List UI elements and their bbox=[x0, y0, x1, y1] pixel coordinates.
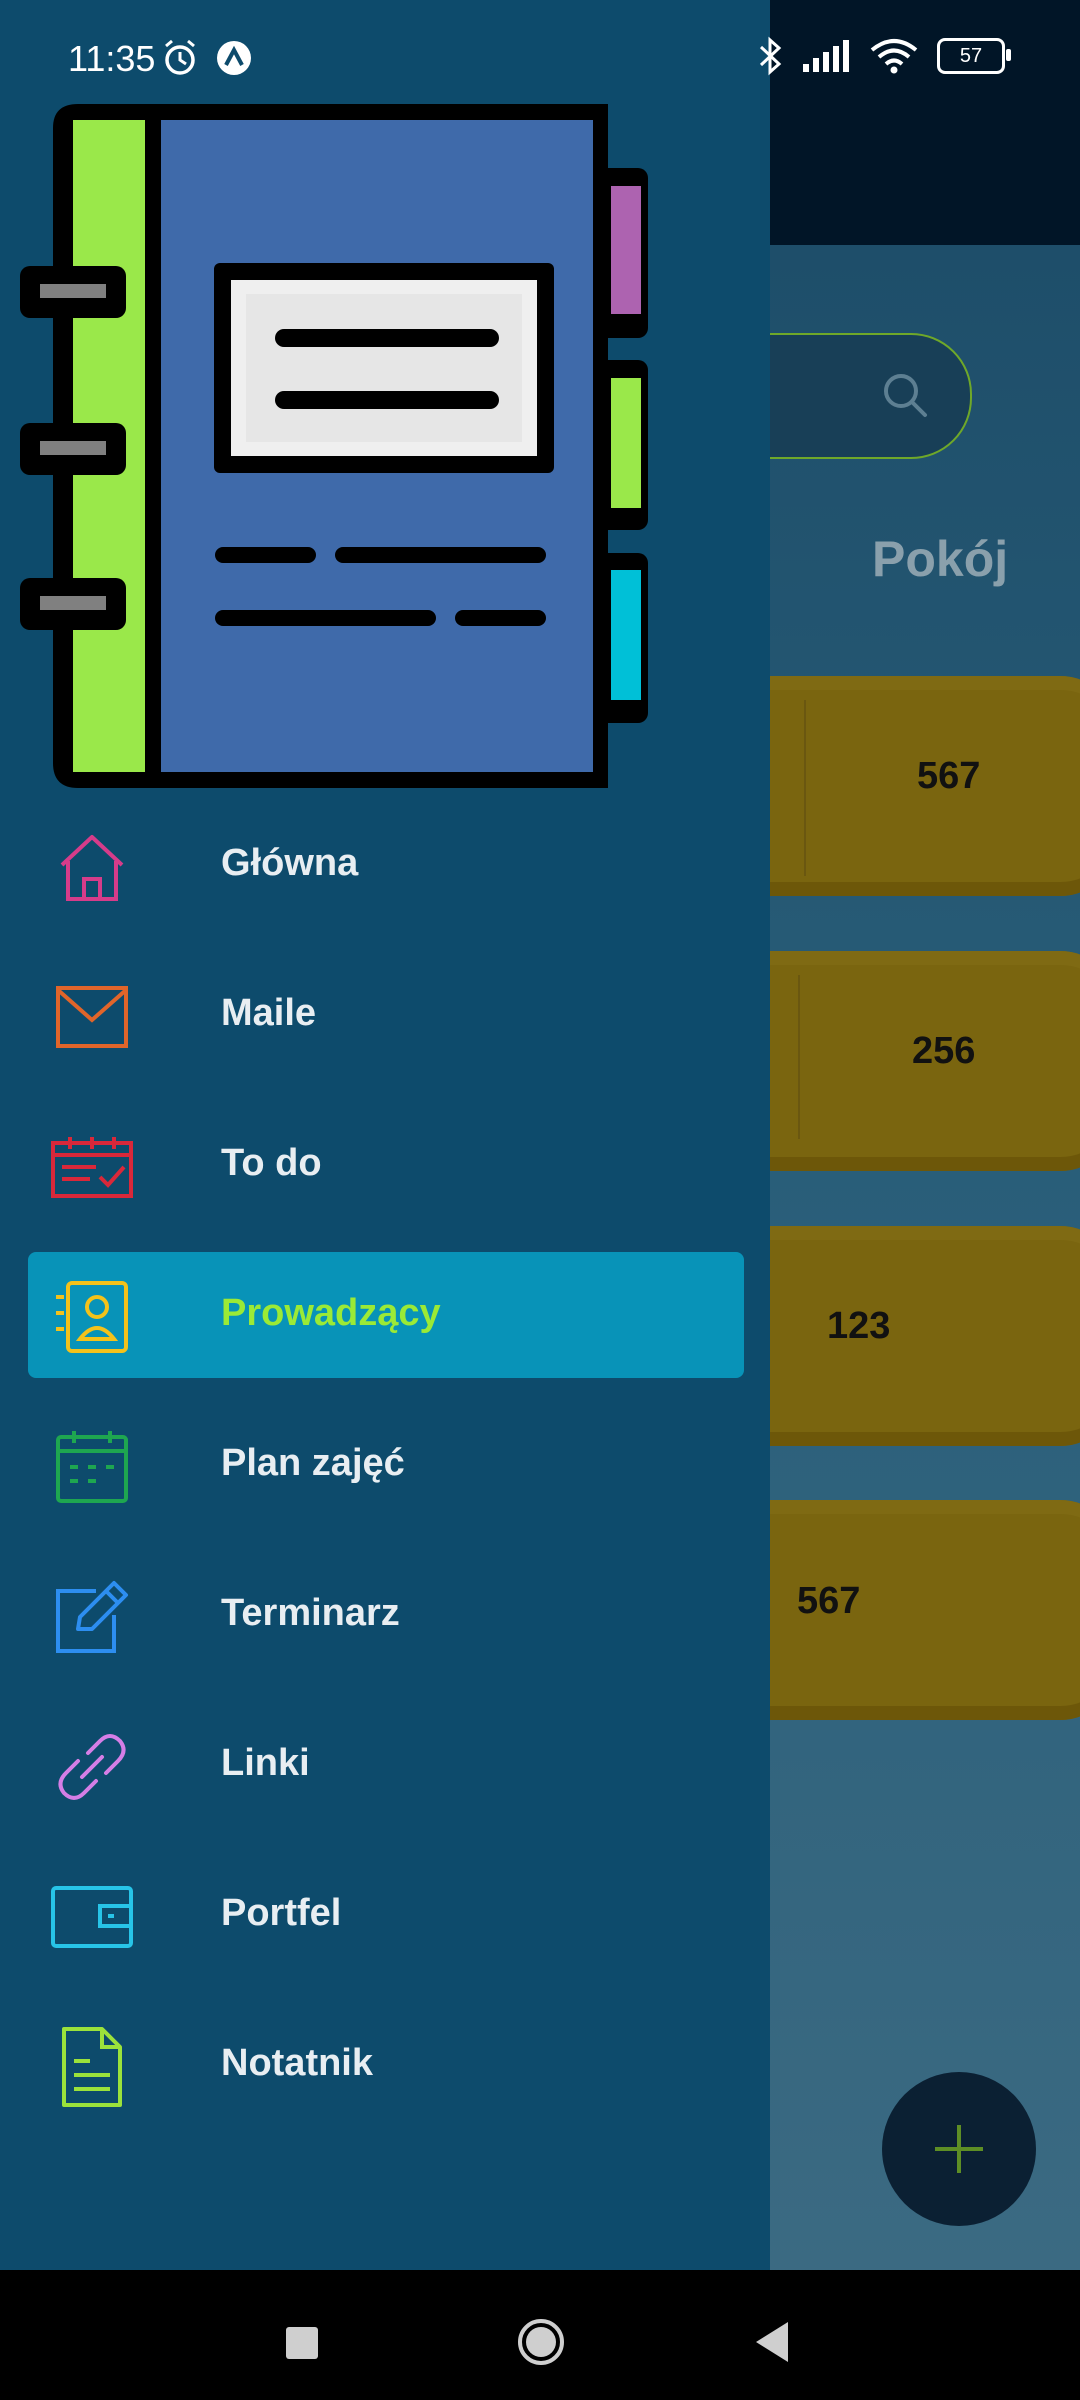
calendar-check-icon bbox=[50, 1129, 134, 1205]
menu-item-linki[interactable]: Linki bbox=[0, 1690, 770, 1840]
battery-icon: 57 bbox=[937, 38, 1011, 74]
status-bar: 11:35 57 bbox=[0, 0, 1080, 118]
card-room-value: 256 bbox=[912, 1030, 976, 1072]
navigation-drawer: Główna Maile To do Prowadzący Plan zajęć… bbox=[0, 0, 770, 2270]
mail-icon bbox=[50, 979, 134, 1055]
menu-item-label: Maile bbox=[221, 992, 317, 1034]
home-icon bbox=[50, 829, 134, 905]
menu-item-label: Terminarz bbox=[221, 1592, 400, 1634]
status-time: 11:35 bbox=[68, 38, 156, 79]
menu-item-portfel[interactable]: Portfel bbox=[0, 1840, 770, 1990]
document-icon bbox=[50, 2027, 134, 2107]
bluetooth-icon bbox=[759, 36, 782, 76]
card-divider bbox=[798, 975, 800, 1139]
recents-button[interactable] bbox=[286, 2327, 318, 2359]
menu-item-glowna[interactable]: Główna bbox=[0, 790, 770, 940]
search-icon[interactable] bbox=[880, 370, 930, 420]
menu-item-to-do[interactable]: To do bbox=[0, 1090, 770, 1240]
app-notification-icon bbox=[217, 41, 251, 75]
edit-icon bbox=[50, 1579, 134, 1655]
alarm-icon bbox=[165, 39, 195, 75]
menu-item-label: Portfel bbox=[221, 1892, 342, 1934]
menu-item-notatnik[interactable]: Notatnik bbox=[0, 1990, 770, 2140]
add-button[interactable] bbox=[882, 2072, 1036, 2226]
notebook-illustration bbox=[20, 104, 648, 788]
menu-item-maile[interactable]: Maile bbox=[0, 940, 770, 1090]
menu-item-label: Linki bbox=[221, 1742, 310, 1784]
card-room-value: 567 bbox=[797, 1580, 861, 1622]
contact-card-icon bbox=[50, 1279, 134, 1355]
card-room-value: 567 bbox=[917, 755, 981, 797]
menu-item-label: Notatnik bbox=[221, 2042, 373, 2084]
menu-item-terminarz[interactable]: Terminarz bbox=[0, 1540, 770, 1690]
back-button[interactable] bbox=[752, 2320, 792, 2364]
calendar-icon bbox=[50, 1429, 134, 1505]
menu-item-plan-zajec[interactable]: Plan zajęć bbox=[0, 1390, 770, 1540]
plus-icon bbox=[935, 2125, 983, 2173]
home-button[interactable] bbox=[517, 2318, 565, 2366]
wifi-icon bbox=[870, 39, 918, 74]
signal-icon bbox=[803, 40, 849, 72]
wallet-icon bbox=[50, 1879, 134, 1955]
card-room-value: 123 bbox=[827, 1305, 891, 1347]
column-header-room: Pokój bbox=[872, 531, 1009, 587]
menu-item-label: To do bbox=[221, 1142, 322, 1184]
link-icon bbox=[50, 1729, 134, 1805]
drawer-menu: Główna Maile To do Prowadzący Plan zajęć… bbox=[0, 790, 770, 2140]
menu-item-label: Plan zajęć bbox=[221, 1442, 405, 1484]
card-divider bbox=[804, 700, 806, 876]
system-nav-bar bbox=[0, 2270, 1080, 2400]
menu-item-label: Główna bbox=[221, 842, 359, 884]
battery-level: 57 bbox=[959, 44, 983, 67]
menu-item-prowadzacy[interactable]: Prowadzący bbox=[0, 1240, 770, 1390]
menu-item-label: Prowadzący bbox=[221, 1292, 441, 1334]
